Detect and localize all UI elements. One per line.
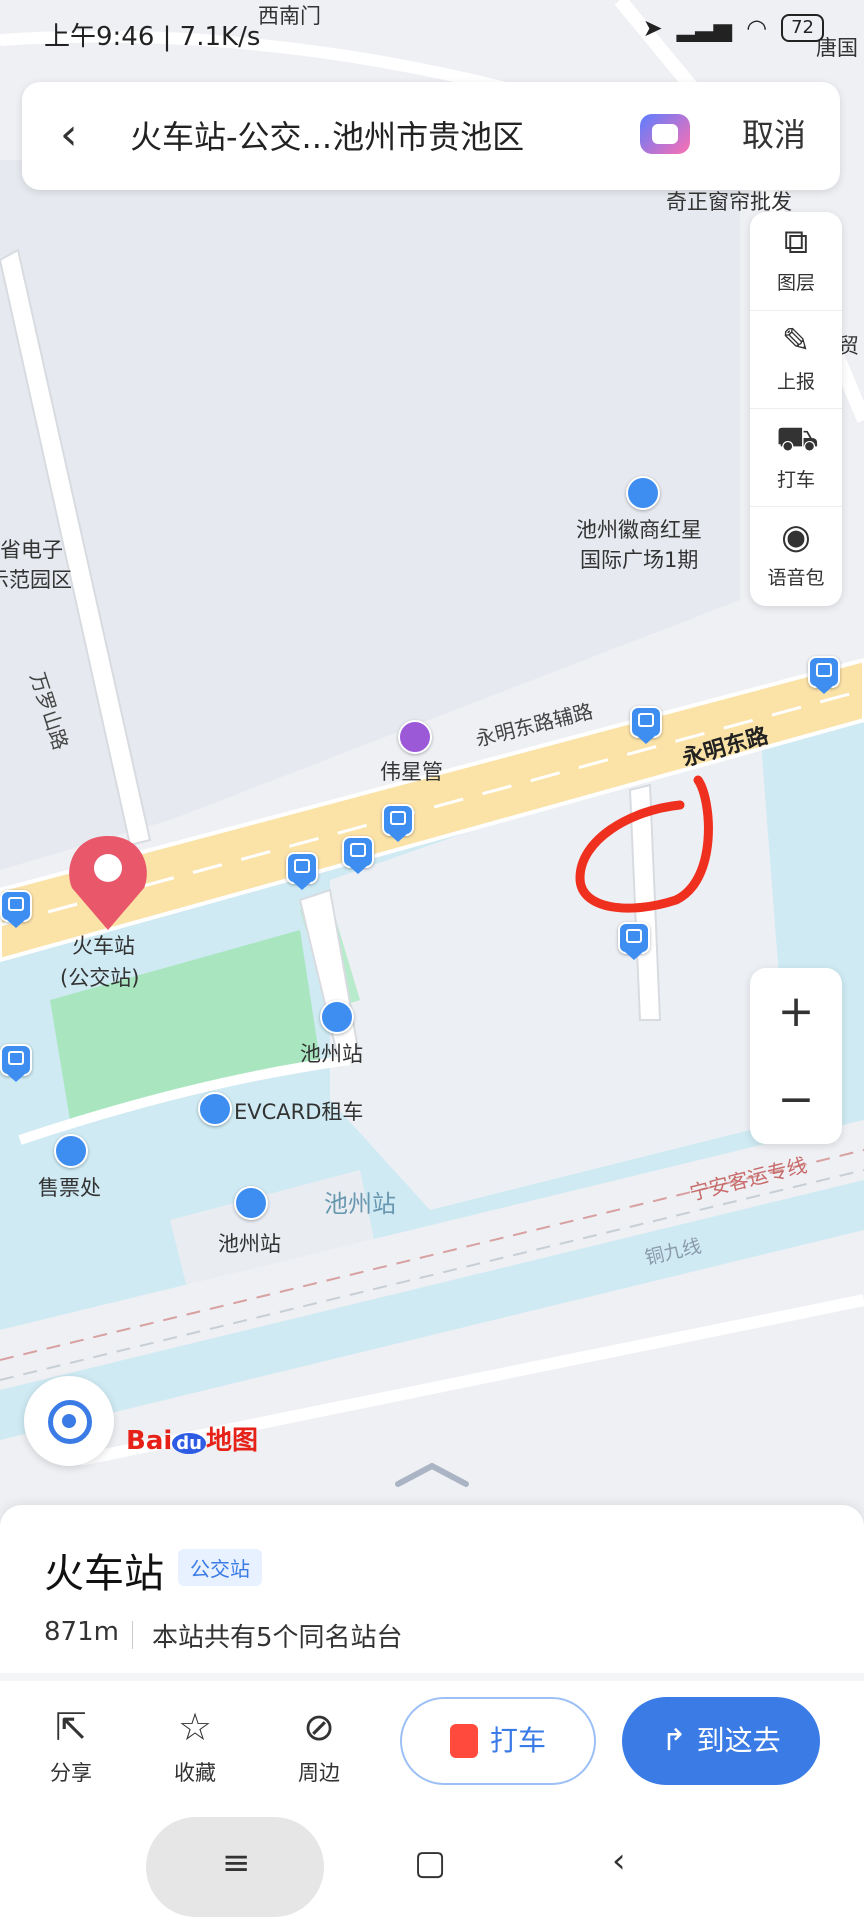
map-label-ticket[interactable]: 售票处 (38, 1172, 101, 1202)
zoom-in-button[interactable]: + (750, 968, 842, 1056)
bus-stop-icon[interactable] (808, 656, 840, 694)
station-poi-icon[interactable] (320, 1000, 354, 1034)
star-icon: ☆ (177, 1705, 213, 1749)
search-query[interactable]: 火车站-公交...池州市贵池区 (130, 112, 524, 158)
bus-stop-icon[interactable] (618, 922, 650, 960)
signal-icon: ▂▃▅ (676, 14, 733, 42)
status-time: 上午9:46 | 7.1K/s (44, 22, 261, 52)
back-icon[interactable]: ‹ (60, 110, 78, 160)
go-here-button[interactable]: ↱ 到这去 (622, 1697, 820, 1785)
category-badge: 公交站 (178, 1549, 262, 1586)
voice-pack-label: 语音包 (767, 567, 825, 589)
map-label-weixingguan[interactable]: 伟星管 (380, 756, 443, 786)
logo-du: du (172, 1433, 206, 1454)
taxi-icon: ⛟ (776, 419, 819, 459)
layers-label: 图层 (776, 272, 815, 294)
bus-stop-icon[interactable] (342, 836, 374, 874)
map-label-huishang[interactable]: 池州徽商红星 (576, 514, 702, 544)
shop-poi-icon[interactable] (398, 720, 432, 754)
distance-text: 871m (44, 1617, 119, 1647)
zoom-out-button[interactable]: − (750, 1056, 842, 1144)
locate-dot (62, 1414, 76, 1428)
layers-button[interactable]: ⧉ 图层 (750, 212, 842, 308)
taxi-tool-label: 打车 (776, 469, 815, 491)
taxi-button[interactable]: 打车 (400, 1697, 596, 1785)
system-nav-bar: ≡ ▢ ‹ (0, 1815, 864, 1920)
place-description: 本站共有5个同名站台 (152, 1623, 403, 1653)
turn-arrow-icon: ↱ (661, 1723, 687, 1758)
locate-button[interactable] (24, 1376, 114, 1466)
building-poi-icon[interactable] (626, 476, 660, 510)
favorite-button[interactable]: ☆ 收藏 (150, 1703, 240, 1787)
logo-map: 地图 (205, 1426, 258, 1456)
report-icon: ✎ (781, 321, 811, 361)
battery-icon: 72 (781, 14, 824, 42)
bus-stop-icon[interactable] (0, 890, 32, 928)
nearby-button[interactable]: ⊘ 周边 (274, 1703, 364, 1787)
sheet-drag-handle[interactable] (394, 1460, 470, 1488)
map-label-station-sub[interactable]: (公交站) (60, 962, 139, 992)
baidu-map-logo: Bai du 地图 (126, 1420, 258, 1457)
status-bar: 上午9:46 | 7.1K/s ➤ ▂▃▅ ◠ 72 (0, 0, 864, 70)
taxi-tool-button[interactable]: ⛟ 打车 (750, 408, 842, 505)
red-packet-icon (449, 1724, 478, 1758)
voice-pack-button[interactable]: ◉ 语音包 (750, 506, 842, 603)
report-button[interactable]: ✎ 上报 (750, 310, 842, 407)
compass-icon: ⊘ (303, 1705, 335, 1749)
section-divider (0, 1673, 864, 1681)
cancel-button[interactable]: 取消 (742, 110, 806, 156)
layers-icon: ⧉ (783, 222, 809, 262)
share-label: 分享 (50, 1761, 92, 1785)
map-label-chizhou-stop[interactable]: 池州站 (300, 1038, 363, 1068)
taxi-label: 打车 (489, 1724, 546, 1757)
nearby-label: 周边 (298, 1761, 340, 1785)
status-icons: ➤ ▂▃▅ ◠ 72 (643, 14, 824, 42)
voice-pack-icon: ◉ (781, 517, 811, 557)
report-label: 上报 (776, 371, 815, 393)
bus-stop-icon[interactable] (0, 1044, 32, 1082)
railway-station-icon[interactable] (234, 1186, 268, 1220)
bus-stop-icon[interactable] (382, 804, 414, 842)
map-label-guoji[interactable]: 国际广场1期 (580, 544, 698, 574)
home-icon[interactable]: ▢ (414, 1843, 446, 1883)
zoom-control: + − (750, 968, 842, 1144)
place-title: 火车站 (44, 1551, 164, 1597)
go-here-label: 到这去 (696, 1724, 781, 1757)
ai-assistant-icon[interactable] (640, 114, 690, 154)
map-label-evcard[interactable]: EVCARD租车 (234, 1096, 363, 1126)
map-toolbar: ⧉ 图层 ✎ 上报 ⛟ 打车 ◉ 语音包 (750, 212, 842, 606)
menu-icon[interactable]: ≡ (222, 1843, 251, 1883)
favorite-label: 收藏 (174, 1761, 216, 1785)
location-arrow-icon: ➤ (642, 14, 663, 42)
share-button[interactable]: ⇱ 分享 (26, 1703, 116, 1787)
map-label-chizhou-area: 池州站 (324, 1190, 396, 1218)
logo-bai: Bai (126, 1426, 173, 1456)
back-nav-icon[interactable]: ‹ (612, 1841, 626, 1881)
search-header: ‹ 火车站-公交...池州市贵池区 取消 (22, 82, 840, 190)
divider (132, 1621, 133, 1649)
map-label-fanyuanqu: 示范园区 (0, 568, 72, 592)
wifi-icon: ◠ (746, 14, 768, 42)
bus-stop-icon[interactable] (286, 852, 318, 890)
car-rental-icon[interactable] (198, 1092, 232, 1126)
map-label-chizhou-rail[interactable]: 池州站 (218, 1228, 281, 1258)
map-label-station[interactable]: 火车站 (72, 930, 135, 960)
bus-stop-icon[interactable] (630, 706, 662, 744)
share-icon: ⇱ (55, 1705, 87, 1749)
map-label-shengdianzi: 省电子 (0, 538, 63, 562)
ticket-poi-icon[interactable] (54, 1134, 88, 1168)
